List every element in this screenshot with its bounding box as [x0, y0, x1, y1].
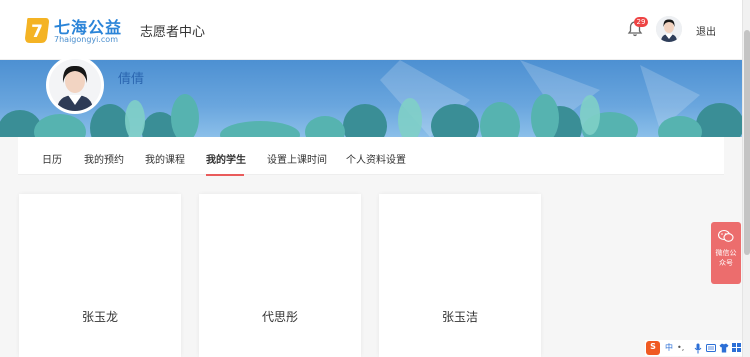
grid-icon[interactable]	[732, 343, 741, 352]
ime-mode-toggle[interactable]: 中	[665, 342, 673, 354]
tab-profile-settings[interactable]: 个人资料设置	[346, 151, 406, 166]
wechat-label: 微信公众号	[715, 249, 737, 267]
student-name: 代思彤	[261, 310, 298, 324]
active-tab-indicator	[206, 174, 244, 176]
tab-my-appointments[interactable]: 我的预约	[84, 151, 124, 166]
profile-portrait-icon	[49, 59, 101, 111]
avatar-portrait-icon	[656, 16, 682, 42]
wechat-official-account-button[interactable]: 微信公众号	[711, 222, 741, 284]
student-name: 张玉洁	[441, 310, 478, 324]
profile-avatar[interactable]	[46, 56, 104, 114]
logo-badge-icon: 7	[25, 18, 49, 43]
tab-calendar[interactable]: 日历	[42, 151, 62, 166]
page-scrollbar[interactable]	[742, 0, 750, 357]
profile-tabs: 日历 我的预约 我的课程 我的学生 设置上课时间 个人资料设置	[18, 137, 724, 175]
page-title: 志愿者中心	[140, 25, 206, 40]
tab-my-students[interactable]: 我的学生	[206, 151, 246, 166]
ime-logo-icon[interactable]: S	[646, 341, 660, 355]
logo-badge-text: 7	[31, 22, 43, 42]
profile-username: 倩倩	[118, 72, 145, 87]
page: 7 七海公益 7haigongyi.com 志愿者中心 29 退出 倩倩 日历 …	[0, 0, 750, 357]
microphone-icon[interactable]	[694, 343, 702, 354]
student-card[interactable]: 张玉龙	[19, 194, 181, 357]
clothes-icon[interactable]	[719, 343, 729, 353]
notification-badge: 29	[634, 17, 648, 27]
ime-punctuation-toggle[interactable]: •,	[677, 342, 684, 354]
ime-toolbar: S 中 •,	[645, 340, 742, 356]
profile-banner	[0, 60, 742, 137]
student-card[interactable]: 张玉洁	[379, 194, 541, 357]
logo-subtitle: 7haigongyi.com	[54, 35, 118, 44]
tab-my-courses[interactable]: 我的课程	[145, 151, 185, 166]
scrollbar-thumb[interactable]	[744, 30, 750, 255]
site-logo[interactable]: 7 七海公益 7haigongyi.com	[24, 14, 124, 48]
top-header: 7 七海公益 7haigongyi.com 志愿者中心 29 退出	[0, 0, 742, 60]
tab-set-class-time[interactable]: 设置上课时间	[267, 151, 327, 166]
student-name: 张玉龙	[81, 310, 118, 324]
wechat-icon	[718, 229, 734, 242]
user-avatar[interactable]	[656, 16, 682, 42]
student-card[interactable]: 代思彤	[199, 194, 361, 357]
keyboard-icon[interactable]	[706, 344, 716, 352]
banner-leaves-illustration	[0, 60, 742, 137]
logout-link[interactable]: 退出	[696, 23, 716, 38]
